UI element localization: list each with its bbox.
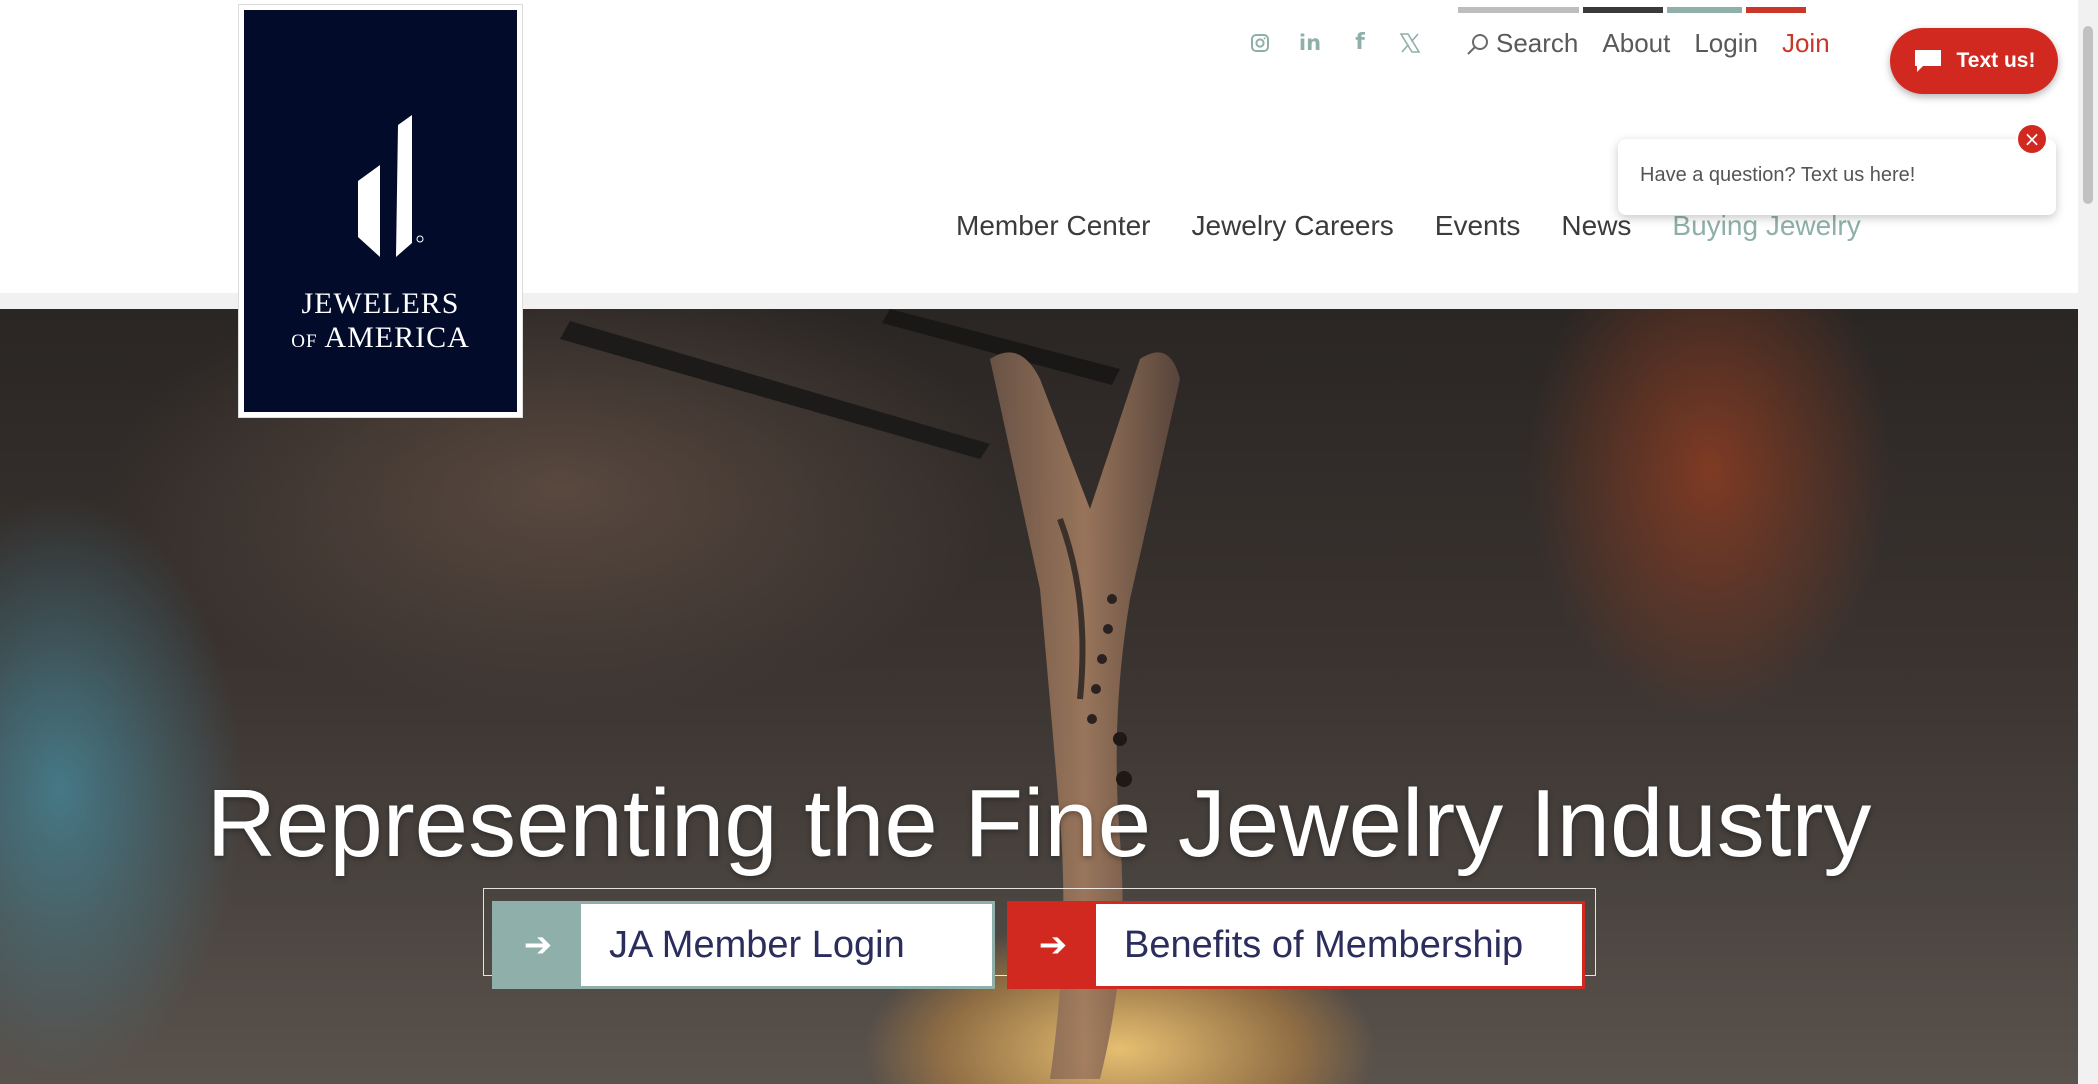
instagram-icon[interactable] [1248,28,1272,58]
x-icon[interactable] [1398,28,1422,58]
logo-text-of-america: OF AMERICA [244,321,517,355]
ja-member-login-button[interactable]: ➔ JA Member Login [492,901,995,989]
benefits-of-membership-button[interactable]: ➔ Benefits of Membership [1007,901,1585,989]
page-scrollbar[interactable] [2078,0,2098,1084]
chat-bubble-icon [1914,50,1941,72]
jewelers-of-america-logo[interactable]: JEWELERS OF AMERICA [238,4,523,418]
search-link[interactable]: Search [1466,28,1578,59]
ja-logo-mark-icon [358,115,424,257]
brand-color-bars [1458,7,1806,13]
arrow-right-icon: ➔ [1010,904,1096,986]
nav-item-member-center[interactable]: Member Center [956,210,1151,242]
nav-item-jewelry-careers[interactable]: Jewelry Careers [1192,210,1394,242]
ja-member-login-label: JA Member Login [609,923,905,966]
benefits-of-membership-label: Benefits of Membership [1124,923,1524,966]
logo-text-jewelers: JEWELERS [301,287,460,320]
search-label: Search [1496,28,1579,58]
about-link[interactable]: About [1602,28,1670,59]
arrow-right-icon: ➔ [495,904,581,986]
hero-headline: Representing the Fine Jewelry Industry [206,770,1872,877]
text-us-label: Text us! [1956,49,2036,72]
linkedin-icon[interactable]: in [1298,28,1322,58]
search-icon [1467,33,1488,55]
logo-text-of: OF [291,331,318,352]
social-links: in f [1248,28,1422,58]
login-link[interactable]: Login [1694,28,1758,59]
color-bar [1667,7,1742,13]
nav-item-news[interactable]: News [1561,210,1631,242]
utility-nav: Search About Login Join [1466,28,1830,59]
chat-prompt-popup[interactable]: Have a question? Text us here! [1618,139,2056,215]
scrollbar-thumb[interactable] [2083,26,2093,204]
facebook-icon[interactable]: f [1348,28,1372,58]
close-icon[interactable]: × [2016,123,2048,155]
nav-item-events[interactable]: Events [1435,210,1521,242]
hero-banner: Representing the Fine Jewelry Industry ➔… [0,309,2078,1084]
color-bar [1746,7,1806,13]
color-bar [1458,7,1579,13]
color-bar [1583,7,1663,13]
text-us-button[interactable]: Text us! [1890,28,2058,94]
join-link[interactable]: Join [1782,28,1830,59]
chat-prompt-text: Have a question? Text us here! [1640,164,1916,186]
logo-text-america: AMERICA [324,321,470,354]
